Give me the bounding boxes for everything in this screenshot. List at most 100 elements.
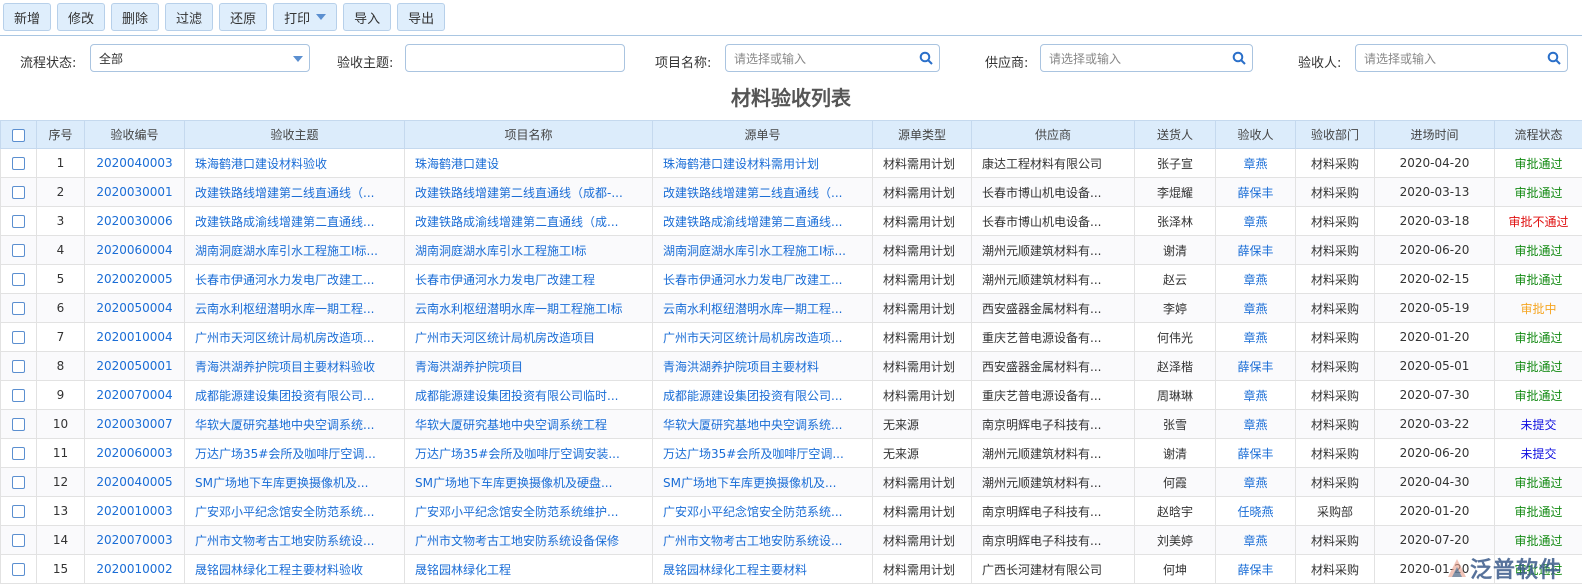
cell-8[interactable]: 章燕 xyxy=(1215,409,1296,439)
cell-4[interactable]: 改建铁路线增建第二线直通线（... xyxy=(652,177,873,207)
row-checkbox-cell[interactable] xyxy=(0,380,37,410)
cell-8[interactable]: 章燕 xyxy=(1215,293,1296,323)
cell-4[interactable]: 成都能源建设集团投资有限公司... xyxy=(652,380,873,410)
cell-4[interactable]: 云南水利枢纽潜明水库一期工程... xyxy=(652,293,873,323)
table-row[interactable]: 4 2020060004 湖南洞庭湖水库引水工程施工I标... 湖南洞庭湖水库引水工程… xyxy=(0,235,1582,265)
cell-4[interactable]: 长春市伊通河水力发电厂改建工... xyxy=(652,264,873,294)
cell-4[interactable]: 青海洪湖养护院项目主要材料 xyxy=(652,351,873,381)
cell-2[interactable]: 广州市文物考古工地安防系统设... xyxy=(184,525,405,555)
cell-2[interactable]: 湖南洞庭湖水库引水工程施工I标... xyxy=(184,235,405,265)
cell-1[interactable]: 2020040003 xyxy=(84,148,185,178)
cell-2[interactable]: 成都能源建设集团投资有限公司... xyxy=(184,380,405,410)
cell-8[interactable]: 章燕 xyxy=(1215,206,1296,236)
checkbox[interactable] xyxy=(12,331,25,344)
cell-2[interactable]: 改建铁路线增建第二线直通线（... xyxy=(184,177,405,207)
row-checkbox-cell[interactable] xyxy=(0,409,37,439)
cell-3[interactable]: 云南水利枢纽潜明水库一期工程施工I标 xyxy=(404,293,653,323)
column-header[interactable]: 验收人 xyxy=(1215,120,1296,149)
cell-1[interactable]: 2020010004 xyxy=(84,322,185,352)
cell-4[interactable]: 广州市天河区统计局机房改造项... xyxy=(652,322,873,352)
cell-3[interactable]: 华软大厦研究基地中央空调系统工程 xyxy=(404,409,653,439)
cell-4[interactable]: 万达广场35#会所及咖啡厅空调... xyxy=(652,438,873,468)
cell-2[interactable]: 广州市天河区统计局机房改造项... xyxy=(184,322,405,352)
checkbox[interactable] xyxy=(12,157,25,170)
row-checkbox-cell[interactable] xyxy=(0,148,37,178)
table-row[interactable]: 10 2020030007 华软大厦研究基地中央空调系统... 华软大厦研究基地中央空… xyxy=(0,409,1582,439)
cell-2[interactable]: 晟铭园林绿化工程主要材料验收 xyxy=(184,554,405,584)
row-checkbox-cell[interactable] xyxy=(0,351,37,381)
cell-1[interactable]: 2020060003 xyxy=(84,438,185,468)
cell-8[interactable]: 薛保丰 xyxy=(1215,438,1296,468)
checkbox[interactable] xyxy=(12,360,25,373)
checkbox[interactable] xyxy=(12,389,25,402)
row-checkbox-cell[interactable] xyxy=(0,293,37,323)
status-select[interactable]: 全部 xyxy=(90,44,310,72)
receiver-input[interactable]: 请选择或输入 xyxy=(1355,44,1568,72)
cell-4[interactable]: 华软大厦研究基地中央空调系统... xyxy=(652,409,873,439)
cell-1[interactable]: 2020050001 xyxy=(84,351,185,381)
table-row[interactable]: 11 2020060003 万达广场35#会所及咖啡厅空调... 万达广场35#会所及… xyxy=(0,438,1582,468)
cell-3[interactable]: 广州市天河区统计局机房改造项目 xyxy=(404,322,653,352)
select-all-checkbox-cell[interactable] xyxy=(0,120,37,149)
project-input[interactable]: 请选择或输入 xyxy=(725,44,940,72)
cell-2[interactable]: SM广场地下车库更换摄像机及... xyxy=(184,467,405,497)
cell-3[interactable]: 广州市文物考古工地安防系统设备保修 xyxy=(404,525,653,555)
cell-2[interactable]: 云南水利枢纽潜明水库一期工程... xyxy=(184,293,405,323)
checkbox[interactable] xyxy=(12,563,25,576)
row-checkbox-cell[interactable] xyxy=(0,496,37,526)
cell-1[interactable]: 2020070003 xyxy=(84,525,185,555)
cell-8[interactable]: 章燕 xyxy=(1215,264,1296,294)
search-icon[interactable] xyxy=(1547,51,1561,65)
table-row[interactable]: 8 2020050001 青海洪湖养护院项目主要材料验收 青海洪湖养护院项目 青海洪湖养… xyxy=(0,351,1582,381)
table-row[interactable]: 9 2020070004 成都能源建设集团投资有限公司... 成都能源建设集团投资有限… xyxy=(0,380,1582,410)
cell-2[interactable]: 珠海鹤港口建设材料验收 xyxy=(184,148,405,178)
search-icon[interactable] xyxy=(1232,51,1246,65)
cell-8[interactable]: 章燕 xyxy=(1215,148,1296,178)
cell-1[interactable]: 2020010003 xyxy=(84,496,185,526)
supplier-input[interactable]: 请选择或输入 xyxy=(1040,44,1253,72)
cell-4[interactable]: 珠海鹤港口建设材料需用计划 xyxy=(652,148,873,178)
cell-1[interactable]: 2020030007 xyxy=(84,409,185,439)
cell-4[interactable]: 湖南洞庭湖水库引水工程施工I标... xyxy=(652,235,873,265)
cell-3[interactable]: 长春市伊通河水力发电厂改建工程 xyxy=(404,264,653,294)
cell-4[interactable]: SM广场地下车库更换摄像机及... xyxy=(652,467,873,497)
column-header[interactable]: 供应商 xyxy=(971,120,1135,149)
cell-1[interactable]: 2020040005 xyxy=(84,467,185,497)
subject-input[interactable] xyxy=(405,44,625,72)
row-checkbox-cell[interactable] xyxy=(0,554,37,584)
table-row[interactable]: 7 2020010004 广州市天河区统计局机房改造项... 广州市天河区统计局机房改… xyxy=(0,322,1582,352)
cell-1[interactable]: 2020020005 xyxy=(84,264,185,294)
row-checkbox-cell[interactable] xyxy=(0,235,37,265)
cell-2[interactable]: 华软大厦研究基地中央空调系统... xyxy=(184,409,405,439)
checkbox[interactable] xyxy=(12,215,25,228)
cell-8[interactable]: 薛保丰 xyxy=(1215,177,1296,207)
table-row[interactable]: 12 2020040005 SM广场地下车库更换摄像机及... SM广场地下车库更换摄… xyxy=(0,467,1582,497)
column-header[interactable]: 源单类型 xyxy=(872,120,972,149)
column-header[interactable]: 验收主题 xyxy=(184,120,405,149)
cell-8[interactable]: 章燕 xyxy=(1215,322,1296,352)
table-row[interactable]: 3 2020030006 改建铁路成渝线增建第二直通线... 改建铁路成渝线增建第二直… xyxy=(0,206,1582,236)
cell-2[interactable]: 长春市伊通河水力发电厂改建工... xyxy=(184,264,405,294)
cell-8[interactable]: 章燕 xyxy=(1215,467,1296,497)
cell-8[interactable]: 薛保丰 xyxy=(1215,351,1296,381)
cell-3[interactable]: 改建铁路线增建第二线直通线（成都-... xyxy=(404,177,653,207)
toolbar-button-0[interactable]: 新增 xyxy=(3,3,52,31)
cell-4[interactable]: 广安邓小平纪念馆安全防范系统... xyxy=(652,496,873,526)
column-header[interactable]: 流程状态 xyxy=(1494,120,1582,149)
cell-3[interactable]: 万达广场35#会所及咖啡厅空调安装... xyxy=(404,438,653,468)
table-row[interactable]: 6 2020050004 云南水利枢纽潜明水库一期工程... 云南水利枢纽潜明水库一期… xyxy=(0,293,1582,323)
checkbox[interactable] xyxy=(12,447,25,460)
row-checkbox-cell[interactable] xyxy=(0,467,37,497)
cell-2[interactable]: 万达广场35#会所及咖啡厅空调... xyxy=(184,438,405,468)
toolbar-button-5[interactable]: 打印 xyxy=(273,3,338,31)
search-icon[interactable] xyxy=(919,51,933,65)
cell-4[interactable]: 晟铭园林绿化工程主要材料 xyxy=(652,554,873,584)
cell-4[interactable]: 改建铁路成渝线增建第二直通线... xyxy=(652,206,873,236)
cell-3[interactable]: 广安邓小平纪念馆安全防范系统维护... xyxy=(404,496,653,526)
cell-1[interactable]: 2020010002 xyxy=(84,554,185,584)
cell-3[interactable]: 湖南洞庭湖水库引水工程施工I标 xyxy=(404,235,653,265)
checkbox[interactable] xyxy=(12,186,25,199)
checkbox[interactable] xyxy=(12,128,25,142)
toolbar-button-1[interactable]: 修改 xyxy=(57,3,106,31)
toolbar-button-2[interactable]: 删除 xyxy=(111,3,160,31)
